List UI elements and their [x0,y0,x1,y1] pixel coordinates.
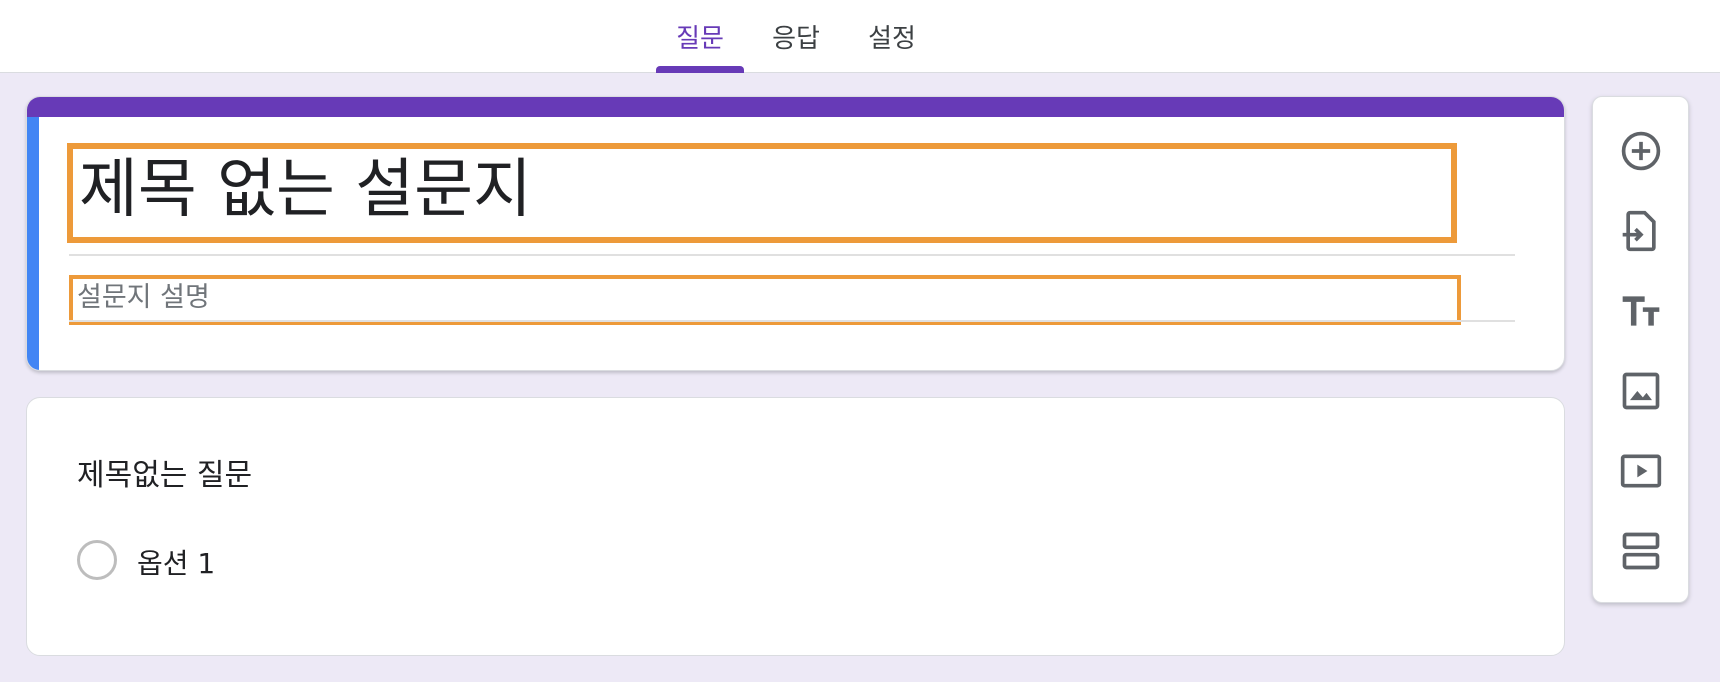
form-title-input[interactable]: 제목 없는 설문지 [67,143,1457,243]
question-title[interactable]: 제목없는 질문 [77,450,252,494]
add-video-button[interactable] [1617,447,1665,495]
card-focus-bar [27,117,39,370]
add-image-icon [1622,372,1660,410]
option-label[interactable]: 옵션 1 [137,542,215,582]
top-tab-bar: 질문 응답 설정 [0,0,1720,73]
form-title-card: 제목 없는 설문지 설문지 설명 [26,96,1565,371]
add-title-button[interactable] [1617,287,1665,335]
add-section-button[interactable] [1617,527,1665,575]
floating-toolbar [1592,96,1689,603]
tab-settings[interactable]: 설정 [848,0,936,73]
add-question-button[interactable] [1617,127,1665,175]
tab-questions[interactable]: 질문 [656,0,744,73]
import-questions-icon [1622,210,1656,252]
title-underline [69,254,1515,256]
add-image-button[interactable] [1617,367,1665,415]
tab-responses[interactable]: 응답 [752,0,840,73]
description-underline [69,320,1515,322]
import-questions-button[interactable] [1617,207,1665,255]
add-section-icon [1622,532,1660,570]
question-card[interactable]: 제목없는 질문 옵션 1 [26,397,1565,656]
add-video-icon [1620,454,1662,488]
form-description-input[interactable]: 설문지 설명 [69,275,1461,325]
radio-option-icon[interactable] [77,540,117,580]
add-question-icon [1621,131,1661,171]
active-tab-indicator [656,66,744,73]
add-title-icon [1622,296,1660,326]
card-accent-band [27,97,1564,117]
